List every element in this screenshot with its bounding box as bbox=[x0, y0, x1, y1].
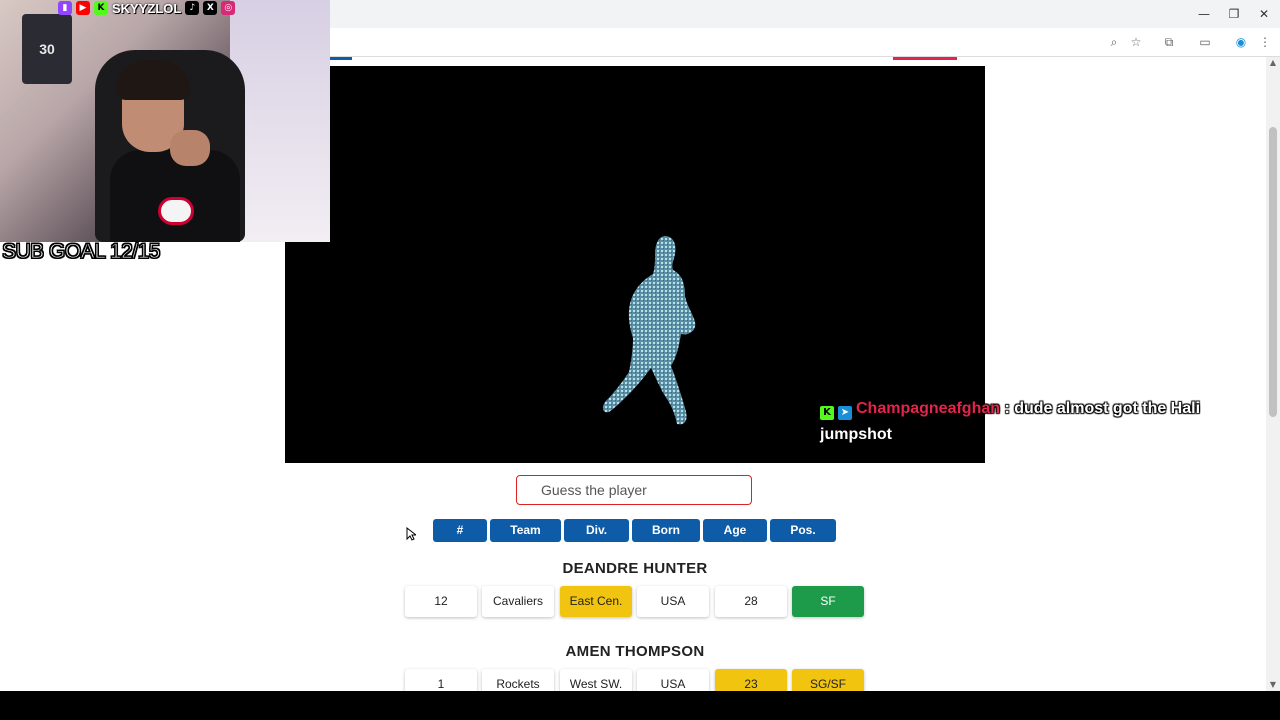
prime-badge-icon: ➤ bbox=[838, 406, 852, 420]
guess-cell-born: USA bbox=[637, 586, 709, 617]
stream-bottom-bar bbox=[0, 691, 1280, 720]
chat-message: K ➤ Champagneafghan : dude almost got the … bbox=[820, 396, 1260, 448]
kick-badge-icon: K bbox=[820, 406, 834, 420]
guess-cell-age: 28 bbox=[715, 586, 787, 617]
cast-icon[interactable]: ▭ bbox=[1196, 33, 1214, 51]
youtube-icon: ▶ bbox=[76, 1, 90, 15]
bookmark-star-icon[interactable]: ☆ bbox=[1127, 33, 1145, 51]
tiktok-icon: ♪ bbox=[185, 1, 200, 15]
header-number: # bbox=[433, 519, 487, 542]
kick-icon: K bbox=[94, 1, 108, 15]
guess-cell-number: 12 bbox=[405, 586, 477, 617]
close-button[interactable]: ✕ bbox=[1252, 4, 1276, 24]
header-division: Div. bbox=[564, 519, 629, 542]
page-accent-left bbox=[330, 57, 352, 60]
guess-player-name: AMEN THOMPSON bbox=[565, 643, 705, 660]
scroll-up-arrow-icon[interactable]: ▲ bbox=[1266, 57, 1280, 69]
webcam-streamer-hand bbox=[170, 130, 210, 166]
webcam-streamer-hair bbox=[116, 60, 190, 100]
guess-player-name: DEANDRE HUNTER bbox=[562, 560, 708, 577]
social-bar: ▮ ▶ K SKYYZLOL ♪ X ◎ bbox=[58, 0, 236, 16]
mouse-cursor-icon bbox=[406, 527, 416, 541]
chat-username: Champagneafghan bbox=[856, 400, 1001, 417]
menu-kebab-icon[interactable]: ⋮ bbox=[1256, 33, 1274, 51]
zoom-icon[interactable]: ⌕ bbox=[1105, 33, 1123, 51]
webcam-background-wall bbox=[230, 0, 330, 242]
header-team: Team bbox=[490, 519, 561, 542]
chat-separator: : bbox=[1000, 400, 1015, 417]
sub-goal-text: SUB GOAL 12/15 bbox=[2, 240, 161, 264]
social-handle: SKYYZLOL bbox=[112, 0, 182, 16]
restore-button[interactable]: ❐ bbox=[1222, 4, 1246, 24]
minimize-button[interactable]: — bbox=[1192, 4, 1216, 24]
page-scrollbar[interactable]: ▲ ▼ bbox=[1266, 57, 1280, 691]
scroll-thumb[interactable] bbox=[1269, 127, 1277, 417]
x-icon: X bbox=[203, 1, 218, 15]
header-born: Born bbox=[632, 519, 700, 542]
webcam-shirt-logo bbox=[158, 197, 194, 225]
scroll-down-arrow-icon[interactable]: ▼ bbox=[1266, 679, 1280, 691]
twitch-icon: ▮ bbox=[58, 1, 72, 15]
guess-cell-position: SF bbox=[792, 586, 864, 617]
header-age: Age bbox=[703, 519, 767, 542]
extensions-icon[interactable]: ⧉ bbox=[1160, 33, 1178, 51]
page-accent-right bbox=[893, 57, 957, 60]
streamer-webcam: 30 ▮ ▶ K SKYYZLOL ♪ X ◎ bbox=[0, 0, 330, 242]
instagram-icon: ◎ bbox=[221, 1, 236, 15]
header-position: Pos. bbox=[770, 519, 836, 542]
webcam-wall-jersey: 30 bbox=[22, 14, 72, 84]
guess-cell-team: Cavaliers bbox=[482, 586, 554, 617]
player-silhouette bbox=[602, 236, 696, 425]
guess-player-input[interactable]: Guess the player bbox=[516, 475, 752, 505]
guess-cell-division: East Cen. bbox=[560, 586, 632, 617]
webcam-streamer-body bbox=[110, 150, 240, 242]
profile-extension-icon[interactable]: ◉ bbox=[1232, 33, 1250, 51]
